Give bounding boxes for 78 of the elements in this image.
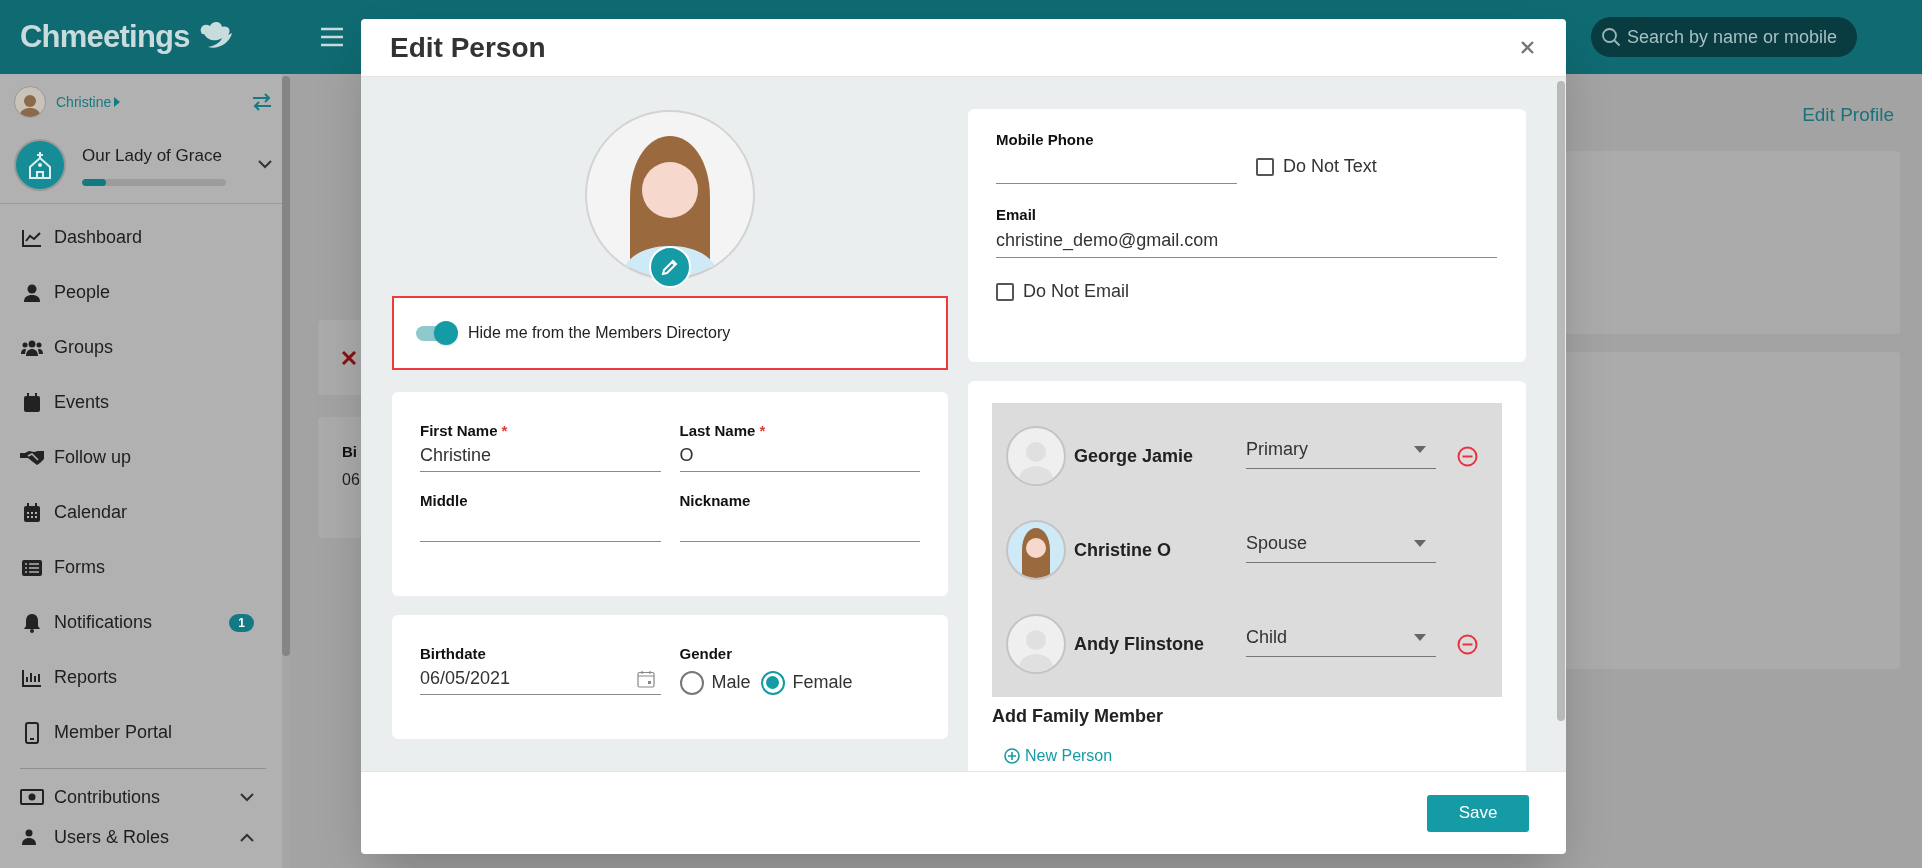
- nav-item[interactable]: Contributions: [20, 777, 254, 817]
- count-badge: 1: [229, 613, 254, 632]
- member-name: Andy Flinstone: [1074, 632, 1205, 656]
- member-name: Christine O: [1074, 538, 1172, 562]
- field-value: 06: [342, 469, 360, 490]
- close-icon: [342, 350, 356, 365]
- nav-item[interactable]: Groups: [20, 320, 254, 375]
- search-field[interactable]: Search by name or mobile: [1591, 17, 1857, 57]
- caret-icon: [1414, 446, 1426, 453]
- radio-button[interactable]: [760, 670, 785, 695]
- nav-item[interactable]: People: [20, 265, 254, 320]
- nav-item[interactable]: Events: [20, 375, 254, 430]
- search-icon: [1601, 27, 1621, 47]
- checkbox-option[interactable]: Do Not Text: [1256, 153, 1377, 180]
- pencil-icon: [661, 258, 679, 276]
- member-name: George Jamie: [1074, 444, 1195, 468]
- list-icon: [22, 559, 42, 576]
- field-label: First Name *: [420, 421, 509, 440]
- church-icon: [14, 138, 66, 191]
- logo-text: Chmeetings: [20, 17, 190, 56]
- menu-icon[interactable]: [320, 27, 344, 47]
- nav-item[interactable]: Forms: [20, 540, 254, 595]
- nav-item[interactable]: Users & Roles: [20, 817, 254, 857]
- text-input[interactable]: O: [679, 440, 920, 472]
- text-input[interactable]: Christine: [420, 440, 661, 472]
- field-label: Nickname: [679, 491, 752, 510]
- caret-icon: [1414, 634, 1426, 641]
- avatar-icon: [14, 86, 46, 118]
- remove-icon[interactable]: [1456, 445, 1478, 467]
- checkbox[interactable]: [1256, 157, 1274, 176]
- banknote-icon: [20, 789, 44, 805]
- dialog-title: Edit Person: [390, 30, 546, 65]
- chevron-down-icon[interactable]: [258, 160, 272, 169]
- field-label: Last Name *: [679, 421, 767, 440]
- swap-icon[interactable]: [252, 93, 272, 111]
- church-name: Our Lady of Grace: [82, 145, 223, 168]
- section-title: Add Family Member: [992, 705, 1165, 728]
- bell-icon: [23, 612, 41, 633]
- scrollbar-thumb[interactable]: [1557, 81, 1565, 721]
- nav-item[interactable]: Reports: [20, 650, 254, 705]
- date-input[interactable]: 06/05/2021: [420, 663, 661, 695]
- edit-photo-button[interactable]: [649, 246, 691, 288]
- bar-chart-icon: [22, 668, 42, 687]
- calendar-icon[interactable]: [636, 669, 655, 688]
- nav-item[interactable]: Member Portal: [20, 705, 254, 760]
- nav-item[interactable]: Follow up: [20, 430, 254, 485]
- close-icon[interactable]: [1521, 41, 1534, 54]
- toggle-switch[interactable]: [414, 320, 458, 346]
- nav-item[interactable]: Calendar: [20, 485, 254, 540]
- role-dropdown[interactable]: Child: [1246, 619, 1436, 657]
- radio-option[interactable]: Male: [679, 669, 751, 696]
- field-label: Email: [996, 205, 1038, 224]
- nav-item[interactable]: Dashboard: [20, 210, 254, 265]
- handshake-icon: [20, 449, 44, 466]
- calendar-grid-icon: [23, 502, 41, 523]
- role-dropdown[interactable]: Primary: [1246, 431, 1436, 469]
- caret-icon: [1414, 540, 1426, 547]
- checkbox-option[interactable]: Do Not Email: [996, 278, 1498, 305]
- field-label: Mobile Phone: [996, 130, 1095, 149]
- text-input[interactable]: christine_demo@gmail.com: [996, 224, 1497, 258]
- person-icon: [23, 283, 41, 302]
- field-label: Birthdate: [420, 644, 487, 663]
- toggle-label: Hide me from the Members Directory: [468, 323, 731, 343]
- field-label: Middle: [420, 491, 469, 510]
- radio-option[interactable]: Female: [760, 669, 853, 696]
- caret-icon: [114, 97, 121, 107]
- phone-icon: [25, 721, 39, 744]
- role-dropdown[interactable]: Spouse: [1246, 525, 1436, 563]
- scrollbar-thumb[interactable]: [282, 76, 290, 656]
- remove-icon[interactable]: [1456, 633, 1478, 655]
- field-label: Gender: [679, 644, 733, 663]
- radio-button[interactable]: [679, 670, 704, 695]
- calendar-icon: [23, 392, 41, 413]
- chart-icon: [22, 228, 42, 247]
- plus-circle-icon: [1004, 748, 1020, 764]
- field-label: Bi: [342, 442, 357, 462]
- nav-item[interactable]: Notifications 1: [20, 595, 254, 650]
- checkbox[interactable]: [996, 282, 1014, 301]
